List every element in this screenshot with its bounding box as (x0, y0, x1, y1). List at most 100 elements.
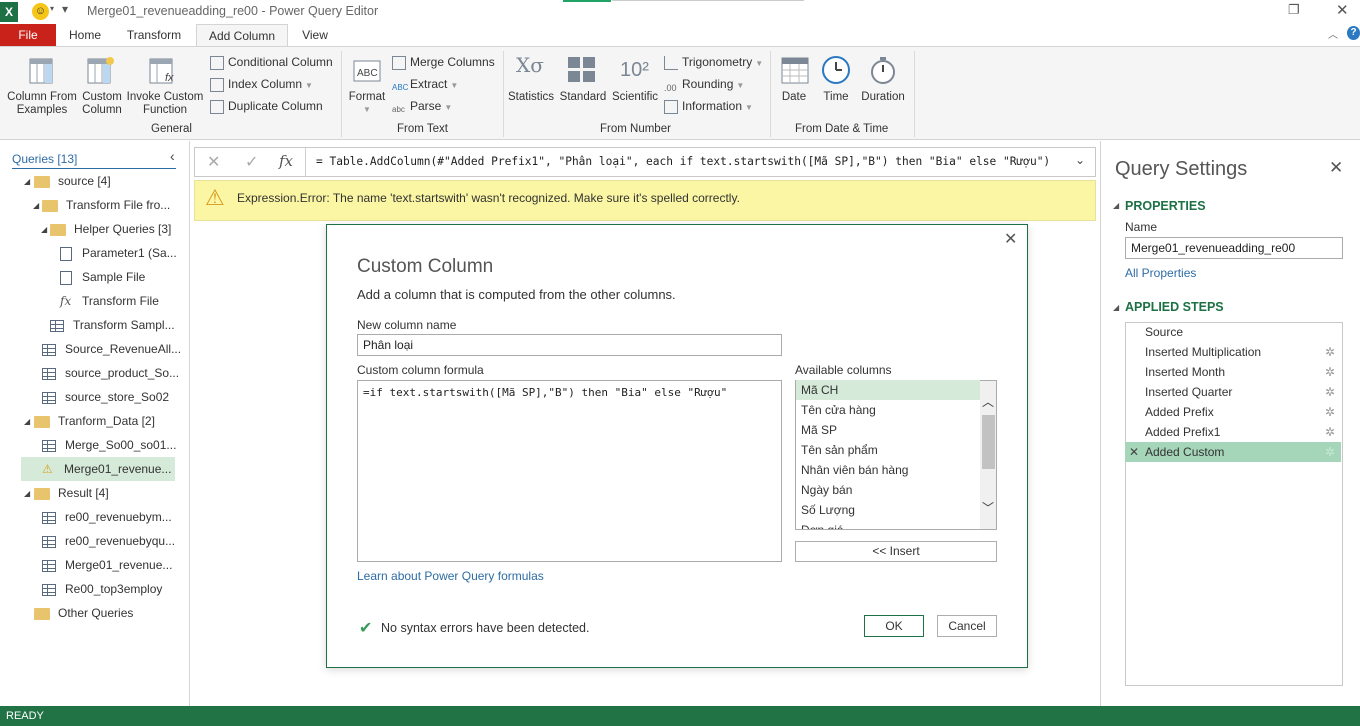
nav-group-transform-file[interactable]: Transform File fro... (42, 193, 170, 217)
gear-icon[interactable]: ✲ (1325, 362, 1335, 382)
close-settings-icon[interactable]: ✕ (1329, 158, 1343, 178)
formula-textarea[interactable]: =if text.startswith([Mã SP],"B") then "B… (357, 380, 782, 562)
scroll-down-icon[interactable]: ﹀ (982, 499, 994, 516)
nav-item-source-revenue[interactable]: Source_RevenueAll... (42, 337, 181, 361)
duplicate-column-button[interactable]: Duplicate Column (210, 96, 323, 116)
nav-item-sample-file[interactable]: Sample File (60, 265, 145, 289)
smiley-feedback-icon[interactable]: ☺ (32, 3, 49, 20)
information-button[interactable]: Information ▼ (664, 96, 753, 116)
column-item[interactable]: Số Lượng (796, 500, 980, 520)
gear-icon[interactable]: ✲ (1325, 442, 1335, 462)
step-source[interactable]: Source (1125, 322, 1341, 342)
standard-button[interactable]: Standard (558, 91, 608, 104)
close-window-icon[interactable]: ✕ (1336, 1, 1349, 19)
step-added-prefix[interactable]: Added Prefix ✲ (1125, 402, 1341, 422)
scroll-up-icon[interactable]: ︿ (982, 393, 994, 410)
help-icon[interactable]: ? (1347, 26, 1360, 40)
date-button[interactable]: Date (778, 91, 810, 104)
step-inserted-month[interactable]: Inserted Month ✲ (1125, 362, 1341, 382)
fx-icon[interactable]: fx (279, 152, 293, 170)
delete-step-icon[interactable]: ✕ (1129, 442, 1139, 462)
conditional-column-button[interactable]: Conditional Column (210, 52, 333, 72)
expand-formula-icon[interactable]: ⌄ (1075, 153, 1085, 167)
step-inserted-quarter[interactable]: Inserted Quarter ✲ (1125, 382, 1341, 402)
column-item[interactable]: Nhân viên bán hàng (796, 460, 980, 480)
ok-button[interactable]: OK (864, 615, 924, 637)
tab-file[interactable]: File (0, 24, 56, 46)
step-inserted-multiplication[interactable]: Inserted Multiplication ✲ (1125, 342, 1341, 362)
nav-item-transform-sample[interactable]: Transform Sampl... (50, 313, 175, 337)
query-name-input[interactable]: Merge01_revenueadding_re00 (1125, 237, 1343, 259)
gear-icon[interactable]: ✲ (1325, 342, 1335, 362)
nav-item-re00-revenuebyqu[interactable]: re00_revenuebyqu... (42, 529, 175, 553)
tab-view[interactable]: View (296, 24, 334, 46)
nav-group-helper-queries[interactable]: Helper Queries [3] (50, 217, 171, 241)
all-properties-link[interactable]: All Properties (1125, 266, 1196, 280)
restore-icon[interactable]: ❐ (1288, 2, 1300, 18)
queries-header[interactable]: Queries [13] (12, 152, 77, 166)
collapse-pane-icon[interactable]: ‹ (170, 148, 175, 164)
column-item[interactable]: Ngày bán (796, 480, 980, 500)
nav-item-transform-file[interactable]: fx Transform File (60, 289, 159, 313)
expand-arrow-icon[interactable]: ◢ (24, 177, 30, 186)
step-added-prefix1[interactable]: Added Prefix1 ✲ (1125, 422, 1341, 442)
nav-label: Result [4] (58, 486, 109, 500)
merge-columns-button[interactable]: Merge Columns (392, 52, 495, 72)
collapse-properties-icon[interactable]: ◢ (1113, 201, 1119, 210)
gear-icon[interactable]: ✲ (1325, 402, 1335, 422)
custom-column-button[interactable]: Custom Column (80, 91, 124, 117)
nav-group-tranform-data[interactable]: Tranform_Data [2] (34, 409, 155, 433)
nav-item-source-product[interactable]: source_product_So... (42, 361, 179, 385)
nav-item-merge01-selected[interactable]: ⚠ Merge01_revenue... (21, 457, 175, 481)
cancel-formula-icon[interactable]: ✕ (207, 152, 220, 172)
learn-formulas-link[interactable]: Learn about Power Query formulas (357, 569, 544, 583)
column-item[interactable]: Mã SP (796, 420, 980, 440)
tab-add-column[interactable]: Add Column (196, 24, 288, 47)
rounding-button[interactable]: .00 Rounding ▼ (664, 74, 744, 94)
new-column-name-input[interactable]: Phân loại (357, 334, 782, 356)
nav-group-source[interactable]: source [4] (34, 169, 111, 193)
extract-button[interactable]: ABC Extract ▼ (392, 74, 458, 94)
nav-item-parameter1[interactable]: Parameter1 (Sa... (60, 241, 177, 265)
expand-arrow-icon[interactable]: ◢ (24, 417, 30, 426)
nav-item-re00-revenuebym[interactable]: re00_revenuebym... (42, 505, 172, 529)
collapse-steps-icon[interactable]: ◢ (1113, 303, 1119, 312)
column-item[interactable]: Tên sản phẩm (796, 440, 980, 460)
tab-transform[interactable]: Transform (118, 24, 190, 46)
scientific-button[interactable]: Scientific (610, 91, 660, 104)
statistics-button[interactable]: Statistics (508, 91, 554, 104)
nav-item-re00-top3employ[interactable]: Re00_top3employ (42, 577, 162, 601)
close-dialog-icon[interactable]: ✕ (1004, 229, 1017, 249)
column-from-examples-button[interactable]: Column From Examples (4, 91, 80, 117)
nav-group-result[interactable]: Result [4] (34, 481, 109, 505)
confirm-formula-icon[interactable]: ✓ (245, 152, 258, 172)
nav-item-merge01-result[interactable]: Merge01_revenue... (42, 553, 172, 577)
duration-button[interactable]: Duration (856, 91, 910, 104)
index-column-button[interactable]: Index Column ▼ (210, 74, 313, 94)
gear-icon[interactable]: ✲ (1325, 382, 1335, 402)
tab-home[interactable]: Home (62, 24, 108, 46)
gear-icon[interactable]: ✲ (1325, 422, 1335, 442)
trigonometry-button[interactable]: Trigonometry ▼ (664, 52, 763, 72)
qat-dropdown-icon[interactable]: ▾ (50, 4, 54, 13)
column-item[interactable]: Tên cửa hàng (796, 400, 980, 420)
collapse-ribbon-icon[interactable]: ︿ (1328, 26, 1338, 41)
formula-input[interactable]: = Table.AddColumn(#"Added Prefix1", "Phâ… (316, 155, 1076, 168)
expand-arrow-icon[interactable]: ◢ (24, 489, 30, 498)
nav-item-source-store[interactable]: source_store_So02 (42, 385, 169, 409)
nav-item-merge-so00[interactable]: Merge_So00_so01... (42, 433, 176, 457)
expand-arrow-icon[interactable]: ◢ (41, 225, 47, 234)
time-button[interactable]: Time (818, 91, 854, 104)
nav-group-other-queries[interactable]: Other Queries (34, 601, 133, 625)
column-item-partial[interactable]: Đơn giá (796, 520, 980, 529)
step-added-custom-selected[interactable]: ✕ Added Custom ✲ (1125, 442, 1341, 462)
parse-button[interactable]: abc Parse ▼ (392, 96, 452, 116)
column-item-selected[interactable]: Mã CH (796, 380, 980, 400)
invoke-custom-function-button[interactable]: Invoke Custom Function (126, 91, 204, 117)
scrollbar-thumb[interactable] (982, 415, 995, 469)
format-button[interactable]: Format (346, 91, 388, 104)
insert-button[interactable]: << Insert (795, 541, 997, 562)
customize-qat-icon[interactable]: ▾ (62, 2, 68, 16)
cancel-button[interactable]: Cancel (937, 615, 997, 637)
expand-arrow-icon[interactable]: ◢ (33, 201, 39, 210)
